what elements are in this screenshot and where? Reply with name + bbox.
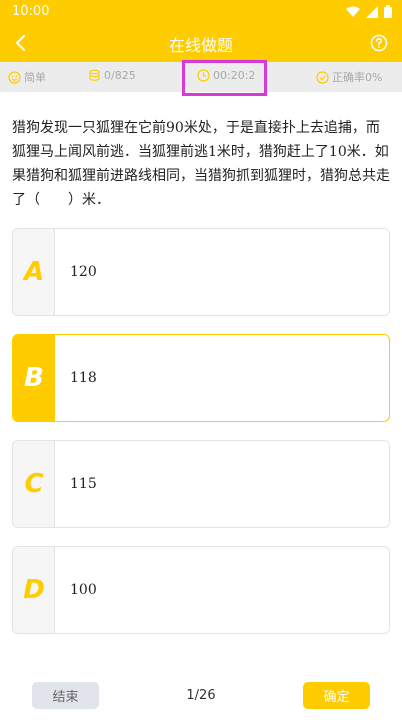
option-letter: B — [24, 363, 44, 393]
accuracy-label: 正确率0% — [332, 71, 383, 84]
accuracy-indicator: 正确率0% — [316, 69, 382, 85]
help-icon[interactable] — [370, 34, 388, 52]
option-letter: A — [23, 257, 45, 287]
count-label: 0/825 — [104, 69, 136, 82]
status-bar: 10:00 — [0, 0, 402, 24]
option-text: 115 — [70, 476, 97, 492]
signal-icon — [366, 5, 378, 18]
option-d[interactable]: D 100 — [12, 546, 390, 634]
option-text: 120 — [70, 264, 97, 280]
wifi-icon — [346, 6, 360, 17]
database-icon — [89, 69, 100, 81]
smile-icon — [8, 70, 21, 84]
option-b[interactable]: B 118 — [12, 334, 390, 422]
difficulty-label: 简单 — [24, 71, 46, 84]
app-bar: 在线做题 — [0, 24, 402, 62]
question-text: 猎狗发现一只狐狸在它前90米处，于是直接扑上去追捕，而狐狸马上闻风前逃．当狐狸前… — [12, 120, 390, 208]
check-circle-icon — [316, 70, 329, 84]
question-count: 0/825 — [88, 69, 136, 82]
option-letter: D — [23, 575, 45, 605]
option-text: 100 — [70, 582, 97, 598]
option-a[interactable]: A 120 — [12, 228, 390, 316]
page-title: 在线做题 — [168, 36, 233, 55]
option-c[interactable]: C 115 — [12, 440, 390, 528]
status-time: 10:00 — [12, 4, 50, 19]
status-icons — [346, 5, 392, 18]
difficulty-indicator: 简单 — [8, 69, 46, 85]
battery-icon — [384, 5, 392, 18]
option-letter: C — [24, 469, 44, 499]
option-text: 118 — [70, 370, 97, 386]
confirm-button[interactable]: 确定 — [303, 682, 370, 709]
timer-highlight-box — [182, 60, 267, 96]
